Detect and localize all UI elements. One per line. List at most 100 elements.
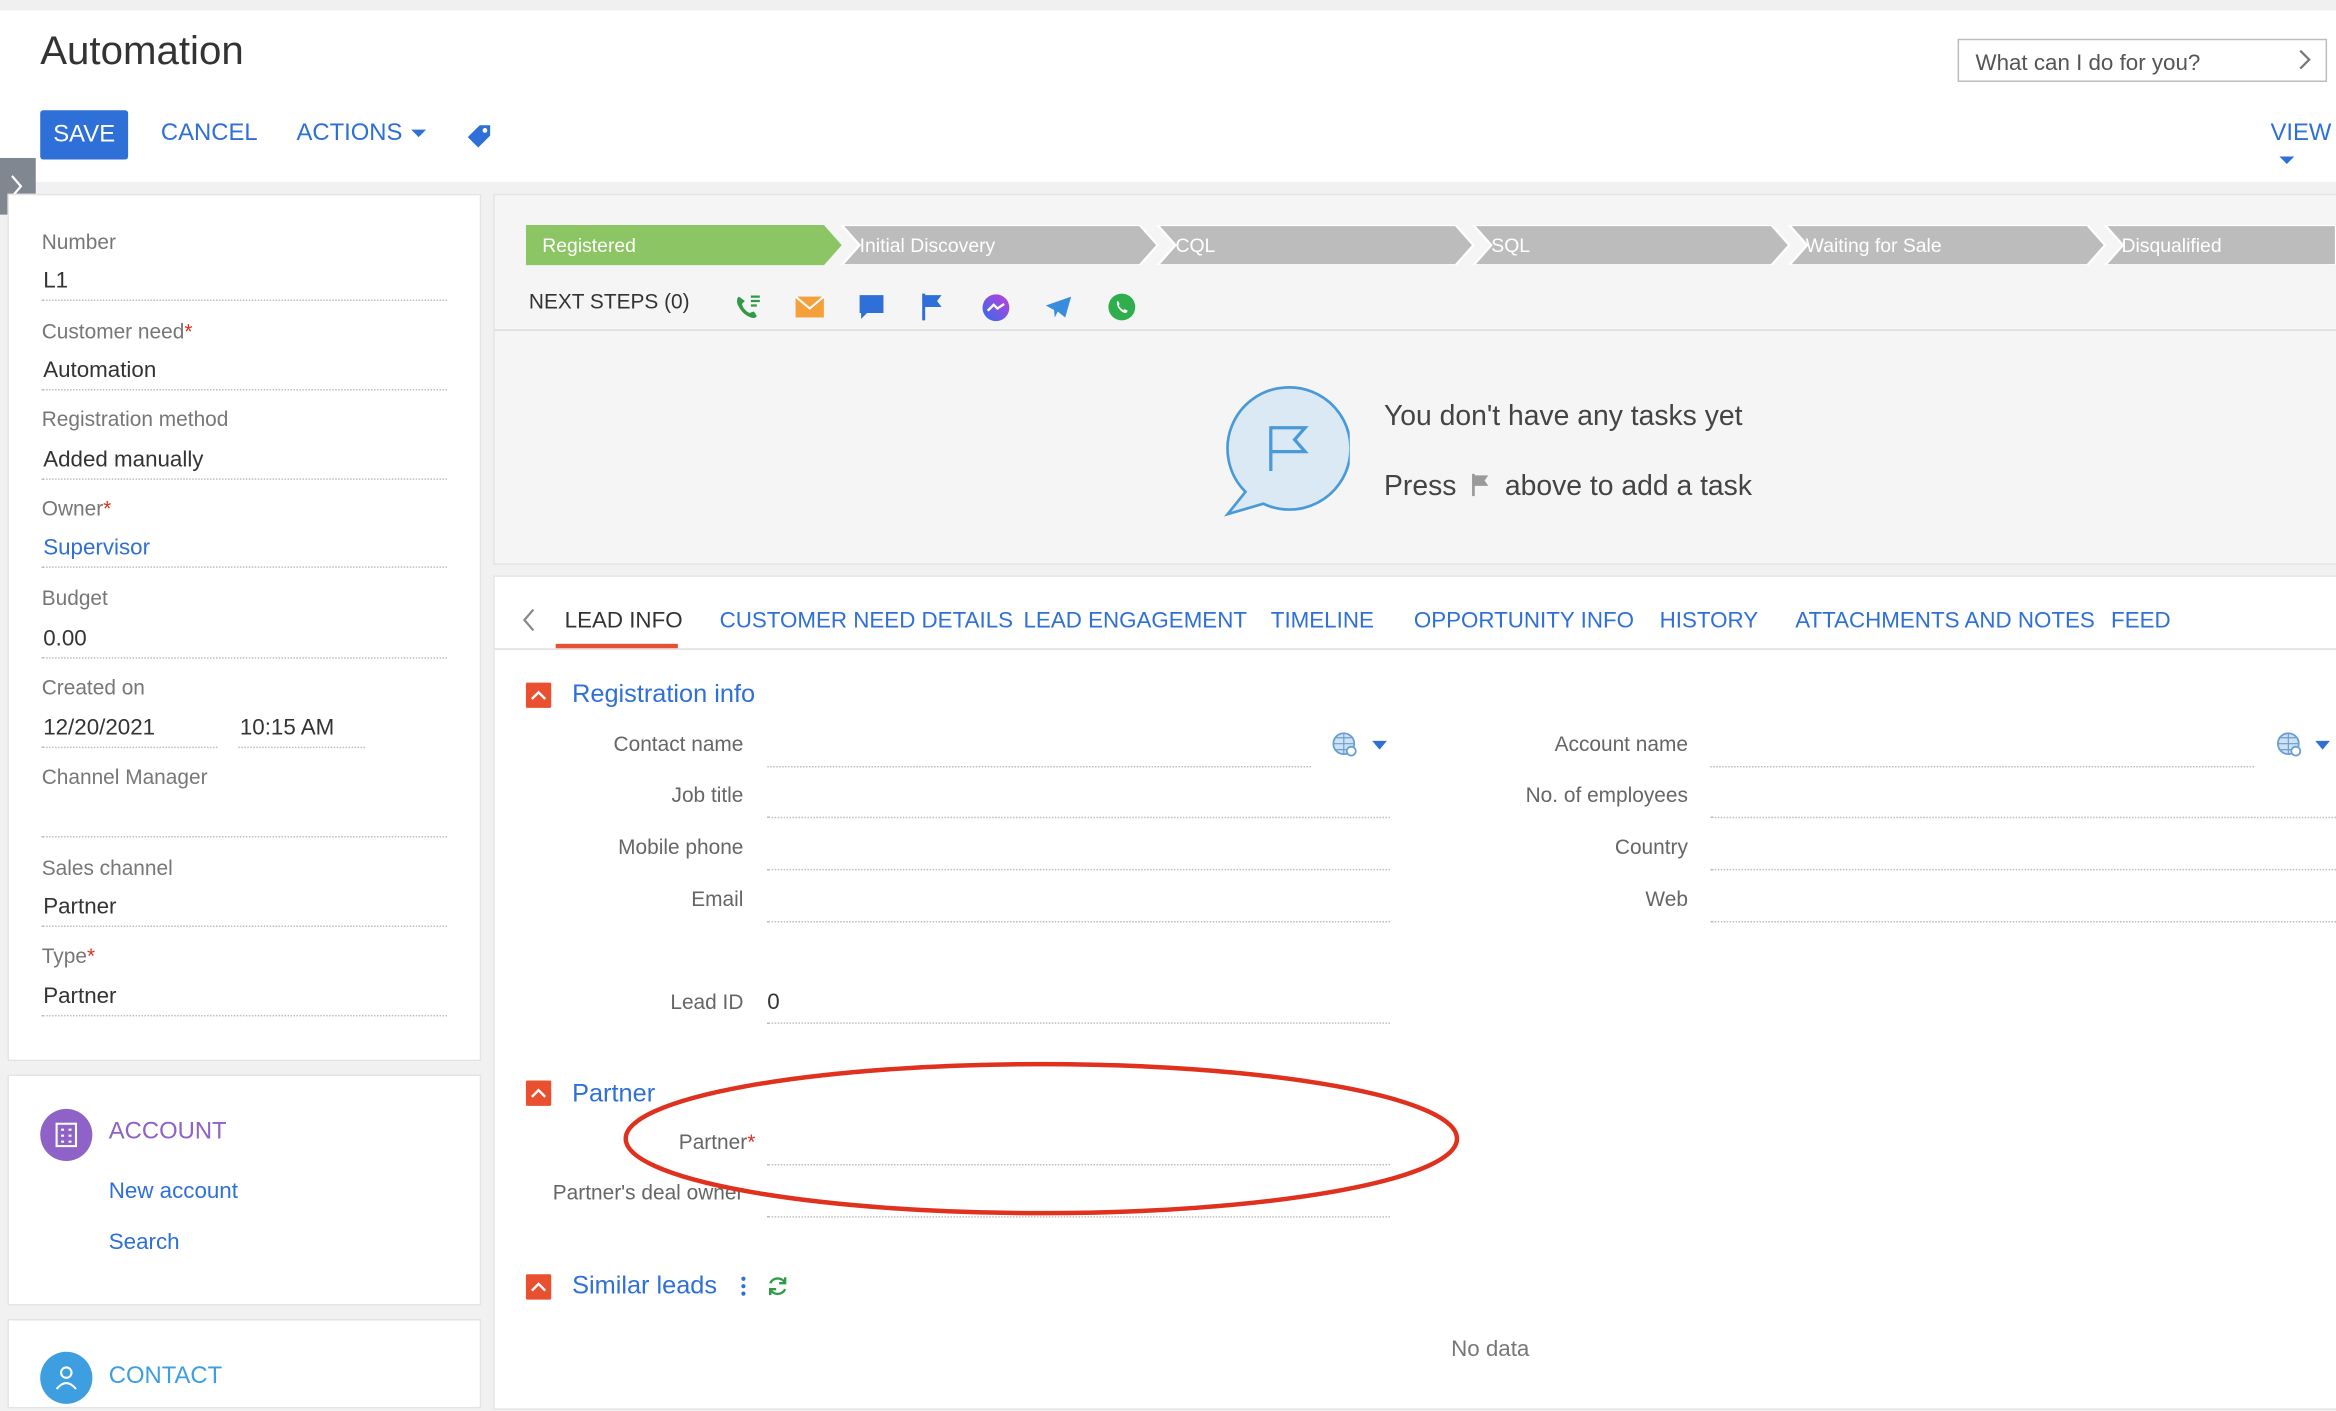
budget-label: Budget [41,585,108,610]
chevron-up-icon [531,690,547,700]
search-account-link[interactable]: Search [109,1230,180,1255]
tab-lead-info[interactable]: LEAD INFO [565,608,683,633]
field-underline [41,925,447,928]
chevron-left-icon[interactable] [521,608,536,632]
email-input[interactable] [767,921,1390,923]
contact-icon [40,1351,93,1404]
web-input[interactable] [1710,921,2336,923]
contact-name-input[interactable] [767,766,1312,768]
tab-feed[interactable]: FEED [2111,608,2171,633]
empty-tasks-flag-bubble-icon [1223,386,1350,517]
chevron-down-icon[interactable] [2315,740,2331,750]
budget-value[interactable]: 0.00 [43,626,87,651]
page-title: Automation [40,28,244,74]
call-icon[interactable] [733,292,763,322]
collapse-registration-info-button[interactable] [525,682,552,708]
tag-icon[interactable] [466,122,493,149]
contact-name-label: Contact name [613,731,744,756]
view-dropdown[interactable]: VIEW [2270,121,2336,175]
stage-waiting-for-sale[interactable]: Waiting for Sale [1806,225,1942,265]
email-icon[interactable] [795,295,826,319]
similar-leads-empty: No data [1451,1336,1530,1363]
chevron-down-icon [411,130,427,138]
tab-attachments-and-notes[interactable]: ATTACHMENTS AND NOTES [1795,608,2095,633]
tab-bar: LEAD INFO CUSTOMER NEED DETAILS LEAD ENG… [495,590,2336,650]
country-input[interactable] [1710,868,2336,871]
field-underline [41,299,447,302]
field-underline [41,388,447,391]
no-of-employees-input[interactable] [1710,816,2336,819]
globe-search-icon[interactable] [2275,730,2305,760]
account-name-input[interactable] [1710,766,2255,768]
contact-title: CONTACT [108,1363,223,1390]
customer-need-value[interactable]: Automation [43,358,156,383]
stage-sql[interactable]: SQL [1491,225,1530,265]
field-underline [41,566,447,568]
sales-channel-label: Sales channel [41,855,173,880]
created-on-time[interactable]: 10:15 AM [240,715,334,740]
created-on-date[interactable]: 12/20/2021 [43,715,155,740]
actions-dropdown[interactable]: ACTIONS [296,121,427,148]
number-value[interactable]: L1 [43,268,68,293]
chevron-right-icon[interactable] [2297,49,2312,76]
type-value[interactable]: Partner [43,984,116,1009]
view-label: VIEW [2270,120,2332,147]
telegram-icon[interactable] [1045,295,1073,319]
tab-opportunity-info[interactable]: OPPORTUNITY INFO [1414,608,1634,633]
created-on-label: Created on [41,675,145,699]
account-name-label: Account name [1554,731,1688,756]
refresh-icon[interactable] [766,1274,790,1298]
stage-disqualified[interactable]: Disqualified [2121,225,2221,265]
collapse-similar-leads-button[interactable] [525,1274,552,1300]
stage-bar-shapes [525,225,2336,266]
whatsapp-icon[interactable] [1107,292,1137,322]
next-steps-label[interactable]: NEXT STEPS (0) [529,289,690,313]
field-underline [41,1014,447,1017]
flag-icon[interactable] [921,292,945,322]
email-label: Email [691,886,744,911]
channel-manager-label: Channel Manager [41,764,208,789]
stage-registered[interactable]: Registered [542,225,636,265]
registration-method-label: Registration method [41,406,229,431]
similar-leads-title: Similar leads [572,1271,718,1300]
lead-id-underline [767,1022,1390,1024]
chevron-down-icon [2279,156,2295,165]
job-title-label: Job title [671,782,744,807]
tabs-divider [494,648,2336,650]
number-label: Number [41,229,116,254]
messenger-icon[interactable] [982,294,1010,322]
owner-label: Owner* [41,496,112,521]
tab-customer-need-details[interactable]: CUSTOMER NEED DETAILS [720,608,1013,633]
customer-need-label: Customer need* [41,318,193,343]
field-underline [41,657,447,659]
country-label: Country [1614,834,1688,859]
more-options-icon[interactable] [737,1274,749,1298]
mobile-phone-label: Mobile phone [618,834,744,859]
lead-id-value[interactable]: 0 [767,990,779,1015]
empty-tasks-title: You don't have any tasks yet [1384,400,1743,433]
chevron-up-icon [531,1282,547,1292]
globe-search-icon[interactable] [1330,730,1360,760]
sales-channel-value[interactable]: Partner [43,894,116,919]
tab-timeline[interactable]: TIMELINE [1271,608,1374,633]
chat-icon[interactable] [858,294,885,321]
tab-lead-engagement[interactable]: LEAD ENGAGEMENT [1023,608,1247,633]
mobile-phone-input[interactable] [767,868,1390,871]
cancel-button[interactable]: CANCEL [161,121,258,148]
chevron-down-icon[interactable] [1372,740,1388,750]
field-underline [41,746,218,749]
stage-initial-discovery[interactable]: Initial Discovery [860,225,996,265]
empty-tasks-hint: Press above to add a task [1384,470,1752,503]
tab-history[interactable]: HISTORY [1660,608,1759,633]
owner-value-link[interactable]: Supervisor [43,535,150,560]
new-account-link[interactable]: New account [109,1179,238,1204]
stage-cql[interactable]: CQL [1175,225,1215,265]
collapse-partner-button[interactable] [525,1080,552,1106]
job-title-input[interactable] [767,816,1390,819]
registration-method-value[interactable]: Added manually [43,447,203,472]
command-search-input[interactable]: What can I do for you? [1957,38,2328,82]
save-button[interactable]: SAVE [40,110,129,160]
account-icon [40,1108,93,1161]
registration-info-title: Registration info [572,679,756,708]
flag-icon [1471,473,1489,497]
